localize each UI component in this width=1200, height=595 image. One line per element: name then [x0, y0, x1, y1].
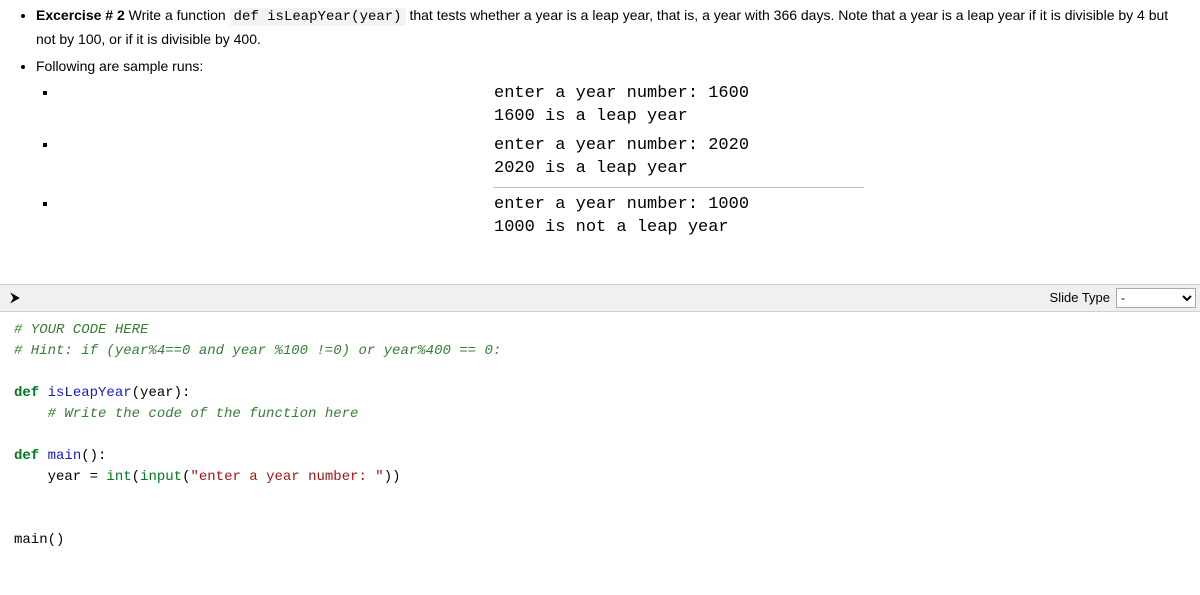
- divider: [494, 187, 864, 188]
- sample-output: enter a year number: 1600 1600 is a leap…: [494, 83, 1190, 129]
- slide-type-label: Slide Type: [1050, 290, 1110, 305]
- code-text: )): [384, 469, 401, 485]
- exercise-list: Excercise # 2 Write a function def isLea…: [10, 4, 1190, 240]
- code-comment: # Hint: if (year%4==0 and year %100 !=0)…: [14, 343, 501, 359]
- exercise-heading: Excercise # 2: [36, 7, 125, 23]
- code-builtin: int: [106, 469, 131, 485]
- list-item: enter a year number: 1600 1600 is a leap…: [58, 81, 1190, 129]
- code-editor[interactable]: # YOUR CODE HERE # Hint: if (year%4==0 a…: [0, 312, 1200, 559]
- code-text: ():: [81, 448, 106, 464]
- cell-toolbar: ⮞ Slide Type -: [0, 284, 1200, 312]
- sample-output: enter a year number: 2020 2020 is a leap…: [494, 135, 1190, 181]
- code-text: (year):: [132, 385, 191, 401]
- code-text: year =: [14, 469, 106, 485]
- code-funcname: main: [39, 448, 81, 464]
- code-keyword: def: [14, 448, 39, 464]
- sample-list: enter a year number: 1600 1600 is a leap…: [36, 81, 1190, 240]
- code-funcname: isLeapYear: [39, 385, 131, 401]
- sample-runs-item: Following are sample runs: enter a year …: [36, 55, 1190, 240]
- sample-output: enter a year number: 1000 1000 is not a …: [494, 194, 1190, 240]
- code-text: main(): [14, 532, 64, 548]
- following-label: Following are sample runs:: [36, 58, 203, 74]
- list-item: enter a year number: 1000 1000 is not a …: [58, 192, 1190, 240]
- run-cell-icon[interactable]: ⮞: [4, 290, 20, 306]
- exercise-text-before: Write a function: [125, 7, 230, 23]
- code-comment: # YOUR CODE HERE: [14, 322, 148, 338]
- notebook-cell: ⮞ Slide Type - # YOUR CODE HERE # Hint: …: [0, 284, 1200, 559]
- code-builtin: input: [140, 469, 182, 485]
- code-text: (: [132, 469, 140, 485]
- code-comment: # Write the code of the function here: [14, 406, 358, 422]
- code-string: "enter a year number: ": [190, 469, 383, 485]
- list-item: enter a year number: 2020 2020 is a leap…: [58, 133, 1190, 188]
- code-keyword: def: [14, 385, 39, 401]
- slide-type-select[interactable]: -: [1116, 288, 1196, 308]
- exercise-item: Excercise # 2 Write a function def isLea…: [36, 4, 1190, 51]
- exercise-inline-code: def isLeapYear(year): [230, 8, 406, 26]
